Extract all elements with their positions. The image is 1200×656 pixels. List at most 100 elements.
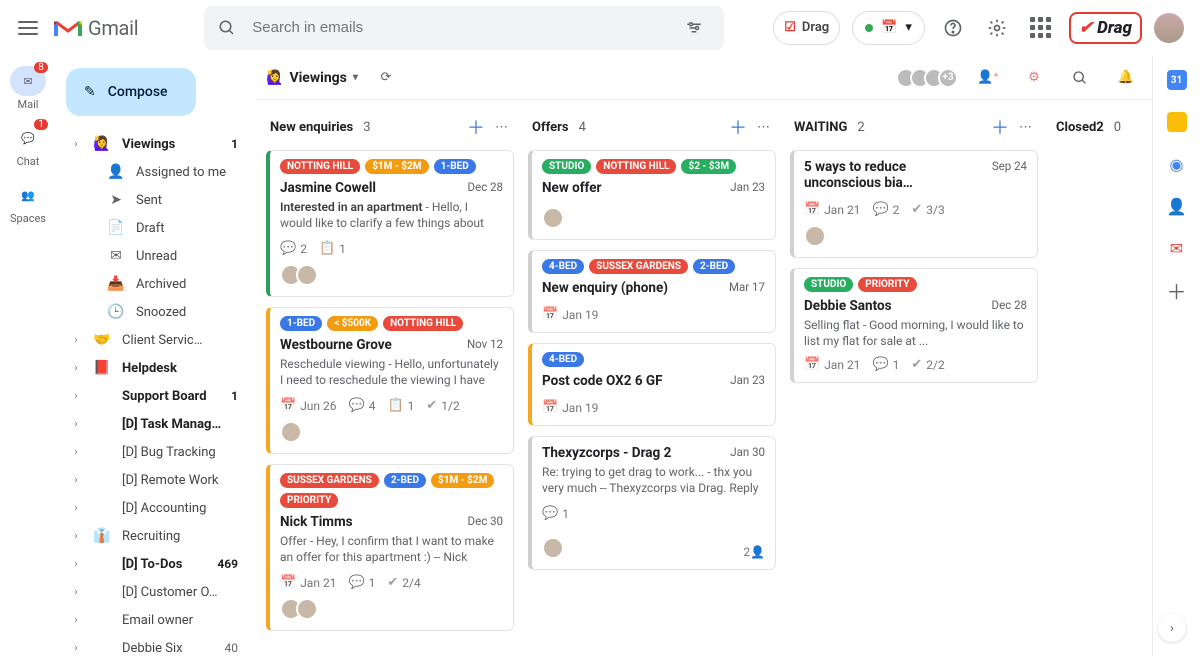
rail-item-chat[interactable]: 💬1Chat: [10, 123, 46, 168]
meta-cal: 📅Jan 19: [542, 400, 598, 415]
sidebar-item[interactable]: ›[D] Remote Work: [66, 466, 248, 494]
sidebar-item[interactable]: ›📕Helpdesk: [66, 354, 248, 382]
card-title: New offer: [542, 180, 601, 196]
sidebar-item[interactable]: ›[D] Bug Tracking: [66, 438, 248, 466]
drag-status-pill[interactable]: 📅 ▾: [852, 11, 925, 45]
sidebar-subitem[interactable]: 📥Archived: [66, 270, 248, 298]
sidebar-subitem-icon: 🕒: [106, 304, 126, 320]
sidebar-nav: ›🙋‍♀️Viewings1👤Assigned to me➤Sent📄Draft…: [66, 130, 248, 656]
search-bar[interactable]: [204, 6, 724, 50]
keep-icon[interactable]: [1167, 112, 1187, 132]
compose-label: Compose: [108, 84, 168, 100]
calendar-icon[interactable]: 31: [1167, 70, 1187, 90]
sidebar-subitem[interactable]: 🕒Snoozed: [66, 298, 248, 326]
bell-icon[interactable]: 🔔: [1110, 62, 1142, 94]
column-menu-button[interactable]: ⋯: [495, 120, 510, 135]
main-menu-button[interactable]: [16, 16, 40, 40]
refresh-icon[interactable]: ⟳: [370, 62, 402, 94]
add-addon-icon[interactable]: ＋: [1167, 280, 1187, 300]
sidebar-item-label: Debbie Six: [122, 641, 215, 656]
column-name: New enquiries: [270, 120, 353, 135]
sidebar-item[interactable]: ›[D] Task Manag…: [66, 410, 248, 438]
card-tags: STUDIOPRIORITY: [804, 277, 1027, 292]
sidebar-item[interactable]: ›🤝Client Servic…: [66, 326, 248, 354]
column-menu-button[interactable]: ⋯: [757, 120, 772, 135]
card-date: Jan 30: [730, 445, 765, 459]
sidebar-item[interactable]: ›[D] Accounting: [66, 494, 248, 522]
right-addon-rail: 31 ◉ 👤 ✉ ＋: [1152, 56, 1200, 656]
search-options-icon[interactable]: [678, 12, 710, 44]
sidebar: ✎ Compose ›🙋‍♀️Viewings1👤Assigned to me➤…: [56, 56, 256, 656]
add-card-button[interactable]: ＋: [729, 114, 747, 140]
compose-button[interactable]: ✎ Compose: [66, 68, 196, 116]
help-icon[interactable]: [937, 12, 969, 44]
gear-icon[interactable]: [981, 12, 1013, 44]
sidebar-item[interactable]: ›🙋‍♀️Viewings1: [66, 130, 248, 158]
sidebar-item[interactable]: ›👔Recruiting: [66, 522, 248, 550]
sidebar-item-label: Email owner: [122, 613, 242, 628]
drag-app-button[interactable]: ☑ Drag: [773, 11, 840, 45]
sidebar-item[interactable]: ›[D] Customer O…: [66, 578, 248, 606]
sidebar-subitem[interactable]: ➤Sent: [66, 186, 248, 214]
sidebar-item[interactable]: ›Support Board1: [66, 382, 248, 410]
sidebar-subitem-label: Draft: [136, 221, 242, 236]
contacts-icon[interactable]: 👤: [1167, 196, 1187, 216]
filter-icon[interactable]: ⚙: [1018, 62, 1050, 94]
board-search-icon[interactable]: [1064, 62, 1096, 94]
kanban-card[interactable]: 4-BEDSUSSEX GARDENS2-BEDNew enquiry (pho…: [528, 250, 776, 333]
board-members[interactable]: +3: [902, 68, 958, 88]
scroll-right-button[interactable]: ›: [1158, 614, 1186, 642]
sidebar-subitem[interactable]: 📄Draft: [66, 214, 248, 242]
kanban-card[interactable]: STUDIOPRIORITYDebbie SantosDec 28Selling…: [790, 268, 1038, 383]
card-meta: 📅Jun 26💬4📋1✔1/2: [280, 398, 503, 413]
google-apps-icon[interactable]: [1025, 12, 1057, 44]
column-name: Closed2: [1056, 120, 1104, 135]
note-icon: 📋: [319, 241, 335, 256]
column-menu-button[interactable]: ⋯: [1019, 120, 1034, 135]
card-meta: 💬2📋1: [280, 241, 503, 256]
kanban-card[interactable]: 1-BED< $500KNOTTING HILLWestbourne Grove…: [266, 307, 514, 454]
sidebar-subitem[interactable]: ✉Unread: [66, 242, 248, 270]
add-card-button[interactable]: ＋: [467, 114, 485, 140]
account-avatar[interactable]: [1154, 13, 1184, 43]
gmail-m-icon: [54, 18, 82, 38]
gmail-logo[interactable]: Gmail: [54, 16, 138, 40]
card-meta: 📅Jan 19: [542, 307, 765, 322]
sidebar-item-count: 1: [231, 389, 242, 403]
meta-note: 📋1: [319, 241, 346, 256]
kanban-card[interactable]: NOTTING HILL$1M - $2M1-BEDJasmine Cowell…: [266, 150, 514, 297]
meta-comment: 💬2: [872, 202, 899, 217]
sidebar-subitem[interactable]: 👤Assigned to me: [66, 158, 248, 186]
chevron-right-icon: ›: [70, 447, 82, 458]
kanban-card[interactable]: SUSSEX GARDENS2-BED$1M - $2MPRIORITYNick…: [266, 464, 514, 631]
drag-brand-logo[interactable]: ✔ Drag: [1069, 12, 1142, 44]
card-date: Nov 12: [467, 337, 503, 351]
kanban-card[interactable]: 4-BEDPost code OX2 6 GFJan 23📅Jan 19: [528, 343, 776, 426]
cal-icon: 📅: [280, 575, 296, 590]
chevron-right-icon: ›: [70, 139, 82, 150]
card-title: Nick Timms: [280, 514, 353, 530]
kanban-card[interactable]: STUDIONOTTING HILL$2 - $3MNew offerJan 2…: [528, 150, 776, 240]
tag: NOTTING HILL: [383, 316, 463, 331]
rail-label: Spaces: [10, 212, 46, 225]
kanban-card[interactable]: 5 ways to reduce unconscious bia…Sep 24📅…: [790, 150, 1038, 258]
meta-comment: 💬1: [872, 357, 899, 372]
kanban-card[interactable]: Thexyzcorps - Drag 2Jan 30Re: trying to …: [528, 436, 776, 570]
column-name: WAITING: [794, 120, 847, 135]
add-card-button[interactable]: ＋: [991, 114, 1009, 140]
tag: NOTTING HILL: [596, 159, 676, 174]
board-selector[interactable]: 🙋‍♀️ Viewings ▾: [266, 70, 358, 86]
card-meta: 📅Jan 21💬2✔3/3: [804, 202, 1027, 217]
sidebar-item[interactable]: ›Debbie Six40: [66, 634, 248, 656]
card-date: Jan 23: [730, 373, 765, 387]
sidebar-item[interactable]: ›Email owner: [66, 606, 248, 634]
pencil-icon: ✎: [84, 84, 96, 100]
rail-item-spaces[interactable]: 👥Spaces: [10, 180, 46, 225]
add-member-icon[interactable]: 👤⁺: [972, 62, 1004, 94]
search-input[interactable]: [250, 18, 664, 37]
column-count: 0: [1114, 120, 1121, 135]
sidebar-item[interactable]: ›[D] To-Dos469: [66, 550, 248, 578]
addon-gmail-icon[interactable]: ✉: [1167, 238, 1187, 258]
tasks-icon[interactable]: ◉: [1167, 154, 1187, 174]
rail-item-mail[interactable]: ✉8Mail: [10, 66, 46, 111]
